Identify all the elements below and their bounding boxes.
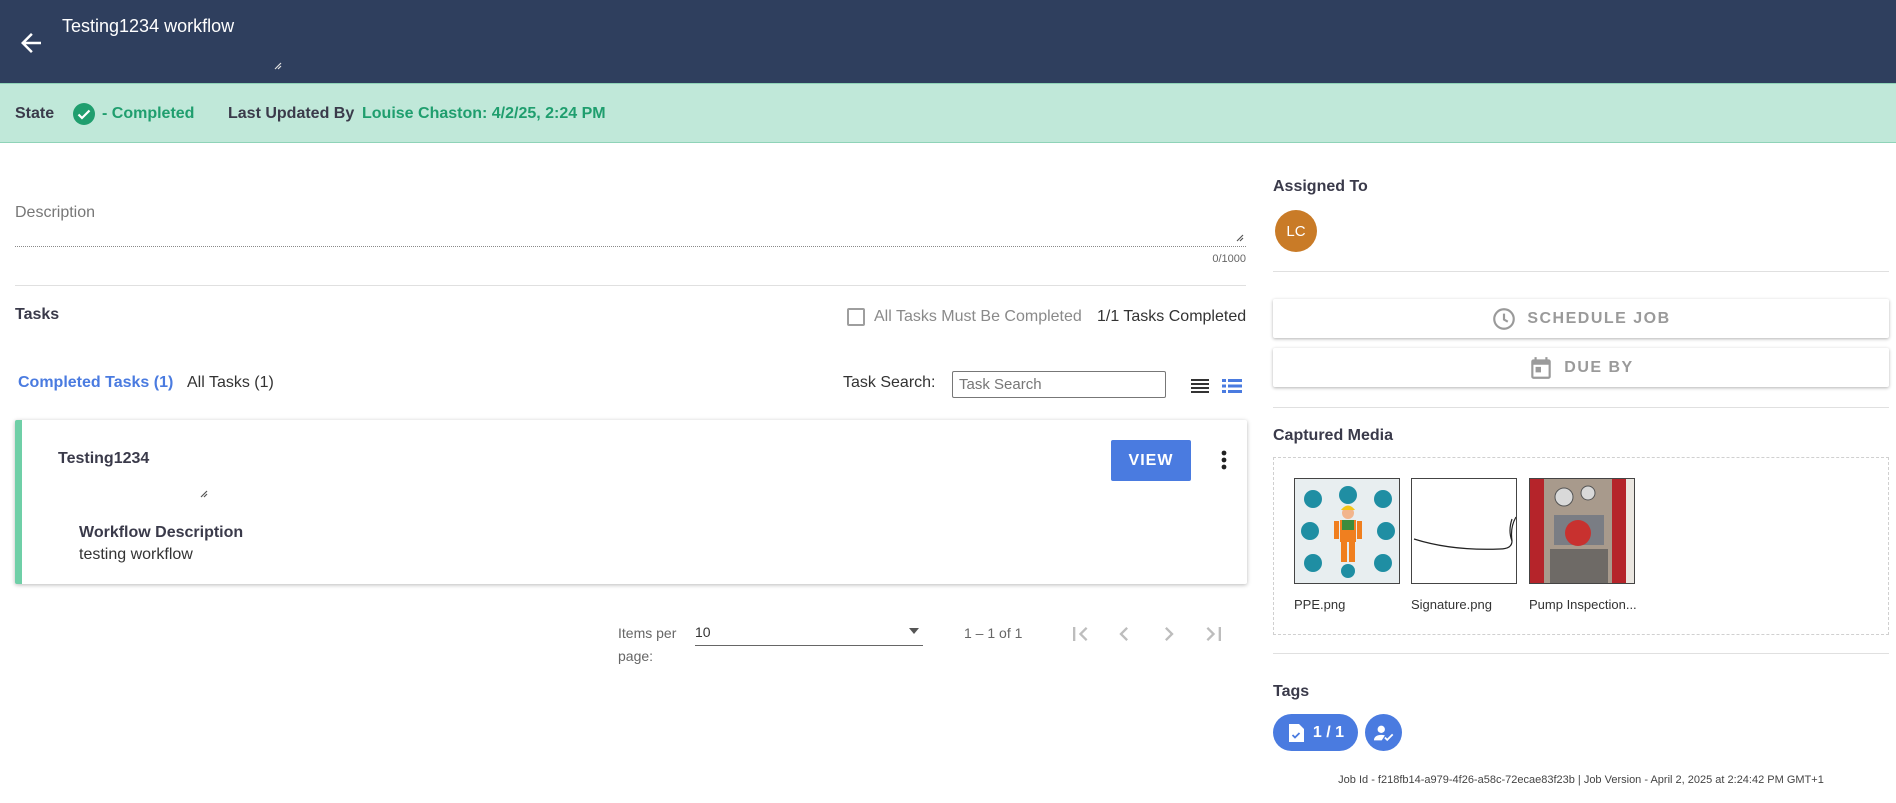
assigned-user-tag[interactable] <box>1365 714 1402 751</box>
items-per-page-select[interactable]: 10 <box>695 622 923 646</box>
more-options-icon[interactable] <box>1218 448 1230 472</box>
clock-icon <box>1493 307 1516 330</box>
signature-image <box>1412 479 1516 583</box>
all-tasks-must-complete-checkbox[interactable]: All Tasks Must Be Completed <box>847 308 1082 326</box>
tasks-heading: Tasks <box>15 306 60 323</box>
signature-thumbnail[interactable] <box>1411 478 1517 584</box>
divider <box>15 285 1246 286</box>
captured-media-gallery: PPE.png Signature.png Pump Inspection... <box>1273 457 1889 635</box>
items-per-page-label: Items per page: <box>618 625 677 664</box>
items-per-page-value: 10 <box>695 624 711 640</box>
task-search-input[interactable] <box>952 371 1166 398</box>
last-page-icon[interactable] <box>1200 620 1228 648</box>
schedule-job-label: SCHEDULE JOB <box>1527 309 1671 327</box>
document-check-icon <box>1288 723 1304 742</box>
next-page-icon[interactable] <box>1155 620 1183 648</box>
pagination-range: 1 – 1 of 1 <box>964 625 1023 641</box>
calendar-icon <box>1531 356 1552 379</box>
job-footer: Job Id - f218fb14-a979-4f26-a58c-72ecae8… <box>1338 774 1824 786</box>
divider <box>1273 271 1889 272</box>
avatar[interactable]: LC <box>1275 210 1317 252</box>
pump-photo <box>1530 479 1634 583</box>
app-header: Testing1234 workflow <box>0 0 1896 83</box>
tasks-progress-label: 1 / 1 <box>1312 723 1345 741</box>
last-updated-value: Louise Chaston: 4/2/25, 2:24 PM <box>362 105 606 122</box>
last-updated-label: Last Updated By <box>228 105 355 122</box>
workflow-description-value: testing workflow <box>79 546 193 563</box>
tab-all-tasks[interactable]: All Tasks (1) <box>187 374 274 392</box>
resize-grip-icon[interactable] <box>198 488 208 498</box>
media-caption: Pump Inspection... <box>1529 597 1637 612</box>
resize-grip-icon[interactable] <box>1234 232 1244 242</box>
workflow-description-label: Workflow Description <box>79 524 244 541</box>
person-check-icon <box>1373 725 1393 741</box>
ppe-image <box>1295 479 1399 583</box>
compact-list-view-icon[interactable] <box>1188 374 1212 398</box>
tasks-progress-tag[interactable]: 1 / 1 <box>1273 714 1358 751</box>
divider <box>1273 653 1889 654</box>
previous-page-icon[interactable] <box>1110 620 1138 648</box>
chevron-down-icon <box>909 628 919 634</box>
ppe-thumbnail[interactable] <box>1294 478 1400 584</box>
checkbox-box[interactable] <box>847 308 865 326</box>
resize-grip-icon[interactable] <box>272 60 282 70</box>
first-page-icon[interactable] <box>1066 620 1094 648</box>
task-search-label: Task Search: <box>843 374 936 391</box>
media-caption: PPE.png <box>1294 597 1346 612</box>
tasks-completed-summary: 1/1 Tasks Completed <box>1097 308 1247 325</box>
detailed-list-view-icon[interactable] <box>1220 374 1244 398</box>
description-underline <box>15 246 1246 247</box>
check-circle-icon <box>73 103 95 125</box>
checkbox-label: All Tasks Must Be Completed <box>874 308 1082 325</box>
pump-inspection-thumbnail[interactable] <box>1529 478 1635 584</box>
media-caption: Signature.png <box>1411 597 1492 612</box>
schedule-job-button[interactable]: SCHEDULE JOB <box>1273 299 1889 338</box>
state-label: State <box>15 105 55 122</box>
description-char-counter: 0/1000 <box>1212 253 1246 265</box>
workflow-title: Testing1234 workflow <box>62 16 235 36</box>
back-arrow-icon[interactable] <box>16 28 46 58</box>
tags-heading: Tags <box>1273 683 1310 700</box>
due-by-button[interactable]: DUE BY <box>1273 348 1889 387</box>
task-name: Testing1234 <box>58 450 150 467</box>
divider <box>1273 407 1889 408</box>
state-value: - Completed <box>102 105 195 122</box>
status-bar: State - Completed Last Updated By Louise… <box>0 83 1896 143</box>
due-by-label: DUE BY <box>1564 358 1634 376</box>
assigned-to-heading: Assigned To <box>1273 178 1368 195</box>
view-task-button[interactable]: VIEW <box>1111 440 1191 481</box>
workflow-title-field[interactable]: Testing1234 workflow <box>62 16 282 72</box>
tab-completed-tasks[interactable]: Completed Tasks (1) <box>18 374 173 392</box>
description-field[interactable]: Description <box>15 204 95 222</box>
task-card: Testing1234 Workflow Description testing… <box>15 420 1247 584</box>
captured-media-heading: Captured Media <box>1273 427 1394 444</box>
